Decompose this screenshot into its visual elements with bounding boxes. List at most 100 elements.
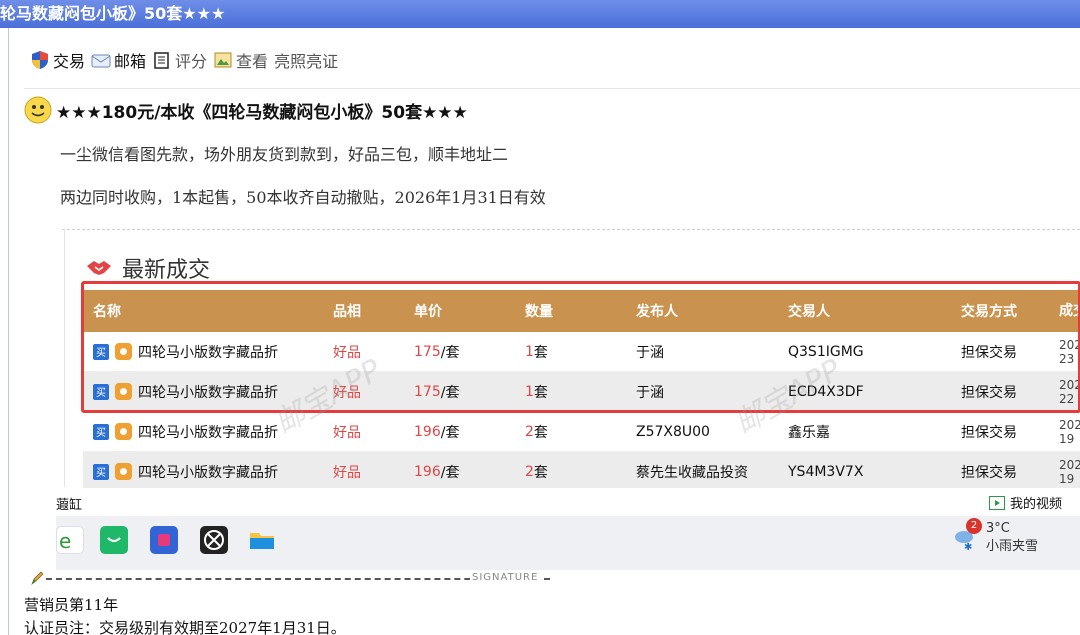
row-price-unit: /套 <box>440 464 460 481</box>
row-name: 四轮马小版数字藏品折 <box>138 424 278 441</box>
col-name: 名称 <box>93 304 121 320</box>
trade-button[interactable]: 交易 <box>30 48 85 72</box>
pencil-icon <box>31 571 44 586</box>
row-name: 四轮马小版数字藏品折 <box>138 344 278 361</box>
row-qty-unit: 套 <box>533 344 548 361</box>
buy-badge-icon: 买 <box>93 343 109 360</box>
signature-line-1: 营销员第11年 <box>24 596 119 614</box>
folder-icon[interactable] <box>248 526 276 554</box>
row-price: 175 <box>414 383 441 400</box>
row-price: 196 <box>414 463 441 480</box>
row-qty: 1 <box>525 383 534 400</box>
row-price: 196 <box>414 423 441 440</box>
weather-widget[interactable]: ✱ 3°C 小雨夹雪 <box>952 520 1038 556</box>
view-button[interactable]: 查看 <box>213 48 268 72</box>
view-label: 查看 <box>236 52 269 71</box>
row-publisher: Z57X8U00 <box>636 423 710 440</box>
shield-icon <box>32 51 48 69</box>
svg-text:e: e <box>59 529 71 553</box>
mail-button[interactable]: 邮箱 <box>91 48 146 72</box>
row-price-unit: /套 <box>440 424 460 441</box>
handshake-icon <box>87 261 111 275</box>
row-publisher: 于涵 <box>636 344 664 361</box>
post-toolbar: 交易 邮箱 评分 查看 亮照亮证 <box>30 44 344 76</box>
my-videos-link[interactable]: 我的视频 <box>989 493 1062 512</box>
row-price: 175 <box>414 343 441 360</box>
row-date-1: 202 <box>1059 457 1080 472</box>
taskbar: e ✱ 3°C 小雨夹雪 2 <box>56 516 1080 570</box>
row-qty-unit: 套 <box>533 424 548 441</box>
section-title: 最新成交 <box>122 258 211 283</box>
smiley-icon <box>24 96 52 124</box>
row-date: 202 19 <box>1059 412 1080 451</box>
row-date-1: 202 <box>1059 337 1080 352</box>
row-date: 202 22 <box>1059 372 1080 411</box>
col-price: 单价 <box>414 304 442 320</box>
row-method: 担保交易 <box>961 344 1017 361</box>
row-date-2: 23 <box>1059 351 1075 366</box>
row-date-2: 19 <box>1059 471 1075 486</box>
signature-line-2: 认证员注：交易级别有效期至2027年1月31日。 <box>24 619 346 635</box>
window-title: 轮马数藏闷包小板》50套★★★ <box>0 4 226 23</box>
table-row[interactable]: 买四轮马小版数字藏品折 好品 175/套 1套 于涵 ECD4X3DF 担保交易… <box>83 372 1080 412</box>
row-method: 担保交易 <box>961 384 1017 401</box>
browser-icon[interactable]: e <box>56 526 84 554</box>
col-condition: 品相 <box>333 304 361 320</box>
table-row[interactable]: 买 四轮马小版数字藏品折 好品 196/套 2套 蔡先生收藏品投资 YS4M3V7… <box>83 452 1080 492</box>
row-method: 担保交易 <box>961 424 1017 441</box>
table-header: 名称 品相 单价 数量 发布人 交易人 交易方式 成交 <box>83 290 1080 332</box>
section-header: 最新成交 <box>86 252 210 284</box>
col-trader: 交易人 <box>788 304 830 320</box>
row-condition: 好品 <box>333 464 361 481</box>
row-price-unit: /套 <box>440 344 460 361</box>
row-qty-unit: 套 <box>533 464 548 481</box>
app-store-icon[interactable] <box>150 526 178 554</box>
play-icon <box>989 495 1005 510</box>
row-date-2: 19 <box>1059 431 1075 446</box>
weather-temp: 3°C <box>986 521 1010 536</box>
trades-table: 名称 品相 单价 数量 发布人 交易人 交易方式 成交 买 四轮马小版数字藏品折 … <box>83 290 1080 492</box>
dashed-border <box>62 229 1080 230</box>
col-quantity: 数量 <box>525 304 553 320</box>
table-row[interactable]: 买四轮马小版数字藏品折 好品 175/套 1套 于涵 Q3S1IGMG 担保交易… <box>83 332 1080 372</box>
trade-label: 交易 <box>53 52 86 71</box>
row-date-1: 202 <box>1059 417 1080 432</box>
row-name: 四轮马小版数字藏品折 <box>138 464 278 481</box>
buy-badge-icon: 买 <box>93 383 109 400</box>
mail-label: 邮箱 <box>114 52 147 71</box>
license-link[interactable]: 亮照亮证 <box>274 48 338 72</box>
buy-badge-icon: 买 <box>93 463 109 480</box>
rate-button[interactable]: 评分 <box>152 48 207 72</box>
embedded-screenshot: 最新成交 名称 品相 单价 数量 发布人 交易人 交易方式 成交 买四轮马小版数… <box>56 222 1080 570</box>
divider <box>24 88 1080 89</box>
buy-badge-icon: 买 <box>93 423 109 440</box>
license-label: 亮照亮证 <box>274 52 339 71</box>
coin-badge-icon <box>115 463 132 480</box>
col-publisher: 发布人 <box>636 304 678 320</box>
list-icon <box>154 52 169 69</box>
coin-badge-icon <box>115 383 132 400</box>
row-publisher: 于涵 <box>636 384 664 401</box>
xbox-icon[interactable] <box>200 526 228 554</box>
row-date: 202 23 <box>1059 332 1080 371</box>
row-qty: 2 <box>525 423 534 440</box>
table-row[interactable]: 买 四轮马小版数字藏品折 好品 196/套 2套 Z57X8U00 鑫乐嘉 担保交… <box>83 412 1080 452</box>
row-qty: 1 <box>525 343 534 360</box>
row-trader: 鑫乐嘉 <box>788 424 830 441</box>
store-icon[interactable] <box>100 526 128 554</box>
rate-label: 评分 <box>175 52 208 71</box>
screenshot-edge <box>64 229 65 487</box>
row-method: 担保交易 <box>961 464 1017 481</box>
svg-text:✱: ✱ <box>964 542 972 551</box>
post-title: ★★★180元/本收《四轮马数藏闷包小板》50套★★★ <box>56 103 468 123</box>
post-line-2: 两边同时收购，1本起售，50本收齐自动撤贴，2026年1月31日有效 <box>60 188 546 207</box>
weather-desc: 小雨夹雪 <box>986 539 1039 554</box>
frame-border <box>8 28 9 635</box>
row-qty: 2 <box>525 463 534 480</box>
row-publisher: 蔡先生收藏品投资 <box>636 464 748 481</box>
row-price-unit: /套 <box>440 384 460 401</box>
notification-badge: 2 <box>966 518 982 534</box>
row-condition: 好品 <box>333 424 361 441</box>
picture-icon <box>214 52 232 68</box>
row-date-1: 202 <box>1059 377 1080 392</box>
